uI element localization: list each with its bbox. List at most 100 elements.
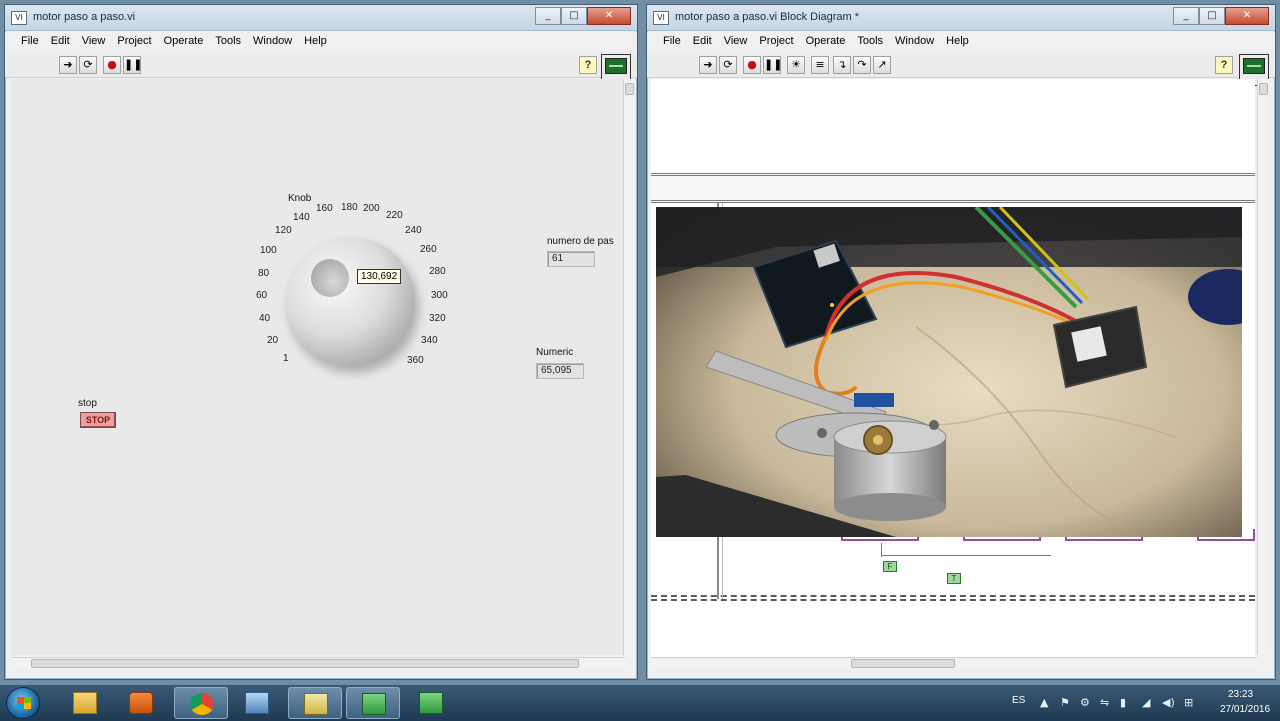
pause-icon[interactable]: ❚❚ <box>123 56 142 74</box>
language-indicator[interactable]: ES <box>1012 695 1025 706</box>
highlight-execution-icon[interactable]: ☀ <box>787 56 805 74</box>
diagram-wire[interactable] <box>881 555 1051 556</box>
knob-tick: 240 <box>405 225 422 236</box>
knob-tick: 280 <box>429 266 446 277</box>
step-out-icon[interactable]: ↗ <box>873 56 891 74</box>
abort-execution-icon[interactable]: ● <box>743 56 761 74</box>
taskbar-labview[interactable] <box>288 687 342 719</box>
block-diagram-titlebar[interactable]: VI motor paso a paso.vi Block Diagram * … <box>647 5 1275 31</box>
menu-view[interactable]: View <box>718 32 754 52</box>
folder-icon <box>73 692 97 714</box>
volume-icon[interactable]: ◀) <box>1162 696 1175 709</box>
taskbar-camtasia-2[interactable] <box>404 687 458 719</box>
taskbar-media-player[interactable] <box>114 687 168 719</box>
vertical-scrollbar[interactable] <box>1257 79 1269 655</box>
windows-logo-icon <box>17 697 31 709</box>
usb-icon[interactable]: ⇋ <box>1100 696 1109 709</box>
scroll-up-arrow[interactable] <box>1259 83 1268 95</box>
run-continuously-icon[interactable]: ⟳ <box>79 56 97 74</box>
close-button[interactable]: ✕ <box>1225 7 1269 25</box>
close-button[interactable]: ✕ <box>587 7 631 25</box>
knob-tick: 320 <box>429 313 446 324</box>
boolean-true-constant[interactable]: T <box>947 573 961 584</box>
minimize-button[interactable]: _ <box>1173 7 1199 25</box>
taskbar-camtasia-1[interactable] <box>346 687 400 719</box>
menu-tools[interactable]: Tools <box>209 32 247 52</box>
knob-tick: 80 <box>258 268 270 279</box>
menu-project[interactable]: Project <box>753 32 799 52</box>
maximize-button[interactable]: □ <box>561 7 587 25</box>
menu-tools[interactable]: Tools <box>851 32 889 52</box>
clock-date[interactable]: 27/01/2016 <box>1220 704 1270 715</box>
menu-operate[interactable]: Operate <box>800 32 852 52</box>
menu-file[interactable]: File <box>15 32 45 52</box>
vertical-scrollbar[interactable] <box>623 79 635 655</box>
taskbar-explorer[interactable] <box>58 687 112 719</box>
retain-wire-values-icon[interactable]: ≡ <box>811 56 829 74</box>
network-signal-icon[interactable]: ◢ <box>1142 696 1150 709</box>
menu-window[interactable]: Window <box>889 32 940 52</box>
menu-view[interactable]: View <box>76 32 112 52</box>
scroll-up-arrow[interactable] <box>625 83 634 95</box>
menu-edit[interactable]: Edit <box>45 32 76 52</box>
menu-project[interactable]: Project <box>111 32 157 52</box>
knob-tick: 100 <box>260 245 277 256</box>
camtasia-icon <box>362 693 386 715</box>
taskbar-chrome[interactable] <box>174 687 228 719</box>
maximize-button[interactable]: □ <box>1199 7 1225 25</box>
knob-tick: 60 <box>256 290 268 301</box>
knob-tick: 160 <box>316 203 333 214</box>
step-into-icon[interactable]: ↴ <box>833 56 851 74</box>
vi-app-icon: VI <box>11 11 27 25</box>
media-player-icon <box>129 692 153 714</box>
pause-icon[interactable]: ❚❚ <box>763 56 782 74</box>
menu-help[interactable]: Help <box>940 32 975 52</box>
front-panel-menubar: File Edit View Project Operate Tools Win… <box>5 32 637 52</box>
windows-taskbar: ES ▲ ⚑ ⚙ ⇋ ▮ ◢ ◀) ⊞ 23:23 27/01/2016 <box>0 684 1280 720</box>
network-app-icon <box>245 692 269 714</box>
horizontal-scroll-thumb[interactable] <box>851 659 955 668</box>
power-icon[interactable]: ▮ <box>1120 696 1126 709</box>
system-tray: ES ▲ ⚑ ⚙ ⇋ ▮ ◢ ◀) ⊞ 23:23 27/01/2016 <box>1000 685 1280 721</box>
menu-edit[interactable]: Edit <box>687 32 718 52</box>
run-arrow-icon[interactable]: ➜ <box>59 56 77 74</box>
clock-time[interactable]: 23:23 <box>1228 689 1253 700</box>
horizontal-scrollbar[interactable] <box>651 657 1257 669</box>
show-hidden-icons-icon[interactable]: ▲ <box>1040 696 1048 709</box>
network-icon[interactable]: ⊞ <box>1184 696 1193 709</box>
boolean-false-constant[interactable]: F <box>883 561 897 572</box>
step-over-icon[interactable]: ↷ <box>853 56 871 74</box>
tray-app-icon[interactable]: ⚙ <box>1080 696 1090 709</box>
minimize-button[interactable]: _ <box>535 7 561 25</box>
menu-help[interactable]: Help <box>298 32 333 52</box>
labview-icon <box>304 693 328 715</box>
block-diagram-canvas-top <box>651 79 1255 175</box>
while-loop-border <box>651 173 1255 203</box>
hardware-photo <box>656 207 1242 537</box>
context-help-icon[interactable]: ? <box>1215 56 1233 74</box>
knob-dial[interactable] <box>285 237 415 367</box>
flag-icon[interactable]: ⚑ <box>1060 696 1070 709</box>
knob-tick: 260 <box>420 244 437 255</box>
stop-button[interactable]: STOP <box>80 412 116 428</box>
abort-execution-icon[interactable]: ● <box>103 56 121 74</box>
taskbar-network-app[interactable] <box>230 687 284 719</box>
horizontal-scroll-thumb[interactable] <box>31 659 579 668</box>
knob-tick: 120 <box>275 225 292 236</box>
menu-file[interactable]: File <box>657 32 687 52</box>
knob-grip[interactable] <box>311 259 349 297</box>
menu-operate[interactable]: Operate <box>158 32 210 52</box>
knob-tick: 40 <box>259 313 271 324</box>
knob-tick: 300 <box>431 290 448 301</box>
numeric-indicator: 65,095 <box>536 363 584 379</box>
context-help-icon[interactable]: ? <box>579 56 597 74</box>
knob-tick: 220 <box>386 210 403 221</box>
diagram-wire[interactable] <box>881 543 882 557</box>
horizontal-scrollbar[interactable] <box>11 657 625 669</box>
run-continuously-icon[interactable]: ⟳ <box>719 56 737 74</box>
numero-de-pasos-indicator: 61 <box>547 251 595 267</box>
front-panel-titlebar[interactable]: VI motor paso a paso.vi _ □ ✕ <box>5 5 637 31</box>
menu-window[interactable]: Window <box>247 32 298 52</box>
run-arrow-icon[interactable]: ➜ <box>699 56 717 74</box>
start-button[interactable] <box>6 687 40 719</box>
